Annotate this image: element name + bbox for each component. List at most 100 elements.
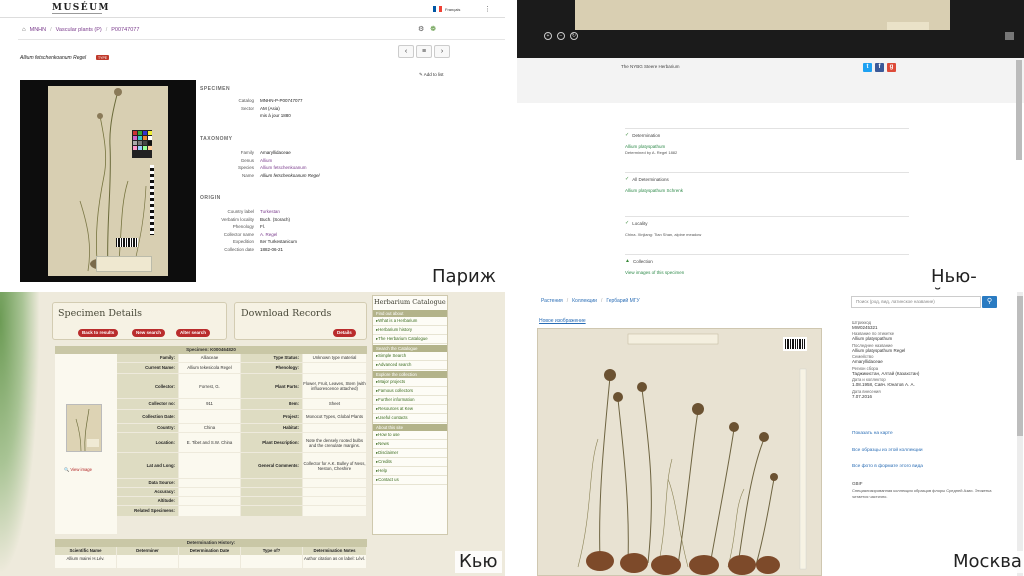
info-row: Species Allium fetschenkoanum xyxy=(200,165,500,170)
search-input[interactable]: Поиск (род, вид, латинское название) xyxy=(851,296,981,308)
sidebar-link[interactable]: News xyxy=(373,440,447,449)
scrollbar-thumb[interactable] xyxy=(1017,296,1023,436)
field-value: E. Tibet and S.W. China xyxy=(179,433,240,452)
info-value: Amaryllidaceae xyxy=(260,150,291,155)
zoom-out-icon[interactable]: − xyxy=(557,32,565,40)
info-value[interactable]: Allium fetschenkoanum xyxy=(260,165,307,170)
barcode xyxy=(116,238,138,247)
next-button[interactable]: › xyxy=(434,45,450,58)
share-icon[interactable]: ⚙ xyxy=(418,25,424,33)
info-key: Family xyxy=(240,150,254,155)
sidebar-link[interactable]: Advanced search xyxy=(373,361,447,370)
herbarium-sheet-image[interactable] xyxy=(537,328,822,576)
sidebar-link[interactable]: Resources at Kew xyxy=(373,405,447,414)
scrollbar[interactable] xyxy=(1016,60,1022,160)
info-value[interactable]: Allium xyxy=(260,158,272,163)
sidebar-link[interactable]: The Herbarium Catalogue xyxy=(373,335,447,344)
breadcrumb-item[interactable]: Гербарий МГУ xyxy=(606,298,639,304)
species-photos-link[interactable]: Все фото в формате этого вида xyxy=(852,464,923,469)
info-key: Catalog xyxy=(238,98,254,103)
determination-column-header: Type of? xyxy=(241,547,302,555)
search-icon: ⚲ xyxy=(986,298,993,305)
breadcrumb-separator: / xyxy=(566,298,569,304)
image-viewer[interactable]: + − ↻ xyxy=(517,0,1024,58)
card-subtext: China. Xinjiang: Tian Shan, alpine meado… xyxy=(625,232,702,237)
field-value xyxy=(303,488,366,496)
info-key: Species xyxy=(237,165,254,171)
home-icon[interactable]: ⌂ xyxy=(22,27,26,33)
sidebar-link[interactable]: Help xyxy=(373,467,447,476)
specimen-details-title: Specimen Details xyxy=(58,308,143,319)
language-switch[interactable]: Français xyxy=(433,6,460,12)
field-label: Plant Parts: xyxy=(241,374,302,398)
card-heading: Collection xyxy=(632,258,653,264)
sidebar-link[interactable]: Herbarium history xyxy=(373,326,447,335)
list-button[interactable]: ≡ xyxy=(416,45,432,58)
breadcrumb-item[interactable]: Vascular plants (P) xyxy=(56,27,102,33)
sidebar-link[interactable]: Simple Search xyxy=(373,352,447,361)
google-plus-icon[interactable]: g xyxy=(887,63,896,72)
menu-icon[interactable]: ⋮ xyxy=(484,5,491,13)
museum-logo[interactable]: MUSÉUM xyxy=(52,3,110,13)
field-value xyxy=(179,453,240,478)
field-label: Collection Date: xyxy=(117,410,178,423)
specimen-thumbnail[interactable] xyxy=(66,404,102,452)
view-image-link[interactable]: 🔍 View image xyxy=(64,467,92,473)
sidebar-link[interactable]: Further information xyxy=(373,396,447,405)
collection-link[interactable]: Все образцы из этой коллекции xyxy=(852,448,923,453)
breadcrumb-item[interactable]: MNHN xyxy=(30,27,47,33)
sidebar-link[interactable]: Famous collectors xyxy=(373,387,447,396)
leaf-icon: ▲ xyxy=(625,258,630,264)
language-label: Français xyxy=(445,6,461,12)
info-row: mis à jour 1880 xyxy=(200,113,500,118)
details-button[interactable]: Details xyxy=(333,329,356,337)
show-on-map-link[interactable]: Показать на карте xyxy=(852,431,893,436)
divider xyxy=(18,39,505,40)
info-row: Collector name A. Regel xyxy=(200,232,500,237)
twitter-icon[interactable]: t xyxy=(863,63,872,72)
rotate-icon[interactable]: ↻ xyxy=(570,32,578,40)
card-link[interactable]: Allium platyspathum xyxy=(625,144,909,149)
alter-search-button[interactable]: Alter search xyxy=(176,329,211,337)
sidebar-link[interactable]: Credits xyxy=(373,458,447,467)
field-label: Current Name: xyxy=(117,363,178,373)
info-row: Catalog MNHN-P-P00747077 xyxy=(200,98,500,103)
sidebar-link[interactable]: How to use xyxy=(373,431,447,440)
determination-cell: Author citation as on label: Lévl. xyxy=(303,555,366,568)
scale-ruler xyxy=(150,165,154,235)
breadcrumb-item[interactable]: Растения xyxy=(541,298,563,304)
breadcrumb-item[interactable]: Коллекции xyxy=(572,298,597,304)
add-to-list-link[interactable]: ✎ Add to list xyxy=(419,72,444,78)
info-value[interactable]: Turkestan xyxy=(260,209,280,214)
zoom-in-icon[interactable]: + xyxy=(544,32,552,40)
card-link[interactable]: View images of this specimen xyxy=(625,270,909,275)
breadcrumb-item[interactable]: P00747077 xyxy=(111,27,139,33)
fullscreen-icon[interactable] xyxy=(1005,32,1014,40)
sidebar-link[interactable]: Disclaimer xyxy=(373,449,447,458)
info-key: Collection date xyxy=(224,247,254,252)
field-label: Plant Description: xyxy=(241,433,302,452)
sidebar-link[interactable]: What is a Herbarium xyxy=(373,317,447,326)
previous-button[interactable]: ‹ xyxy=(398,45,414,58)
facebook-icon[interactable]: f xyxy=(875,63,884,72)
specimen-title: Allium fetschenkoanum Regel xyxy=(20,55,87,61)
gbif-icon[interactable]: ❁ xyxy=(430,25,436,33)
field-value: Monocot Types, Global Plants xyxy=(303,410,366,423)
determination-cell xyxy=(117,555,178,568)
sidebar-link[interactable]: Major projects xyxy=(373,378,447,387)
collection-card: ▲ Collection View images of this specimen xyxy=(625,254,909,275)
info-value[interactable]: A. Regel xyxy=(260,232,277,237)
field-value xyxy=(179,488,240,496)
sidebar-link[interactable]: Contact us xyxy=(373,476,447,485)
specimen-image-viewer[interactable] xyxy=(20,80,196,282)
card-link[interactable]: Allium platyspathum Schrenk xyxy=(625,188,909,193)
determination-cell xyxy=(179,555,240,568)
search-button[interactable]: ⚲ xyxy=(982,296,997,308)
new-search-button[interactable]: New search xyxy=(132,329,166,337)
card-heading: Determination xyxy=(632,132,661,138)
back-to-results-button[interactable]: Back to results xyxy=(78,329,119,337)
field-value xyxy=(179,497,240,505)
field-label: General Comments: xyxy=(241,453,302,478)
new-image-link[interactable]: Новое изображение xyxy=(539,318,586,324)
sidebar-link[interactable]: Useful contacts xyxy=(373,414,447,423)
